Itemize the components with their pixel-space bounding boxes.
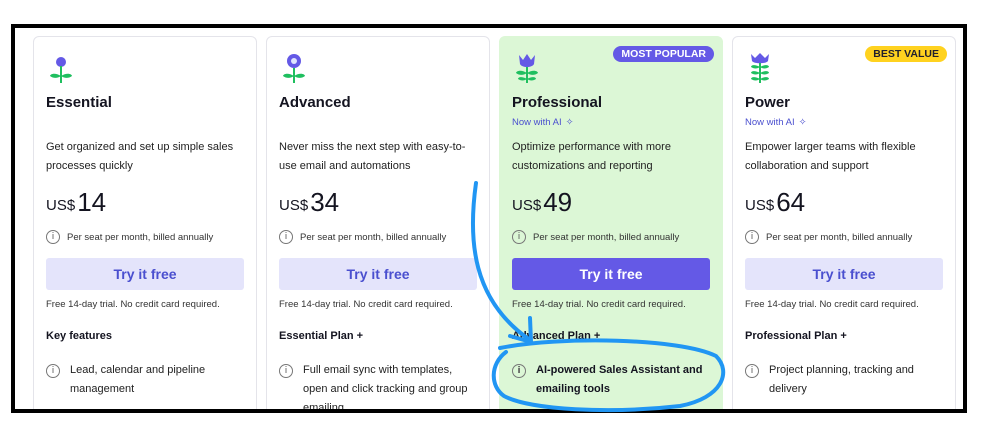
plan-price: US$ 49 <box>512 187 710 218</box>
info-icon[interactable]: i <box>279 230 293 244</box>
try-it-free-button[interactable]: Try it free <box>46 258 244 290</box>
billing-text: Per seat per month, billed annually <box>300 231 447 243</box>
tulip-icon <box>512 51 710 85</box>
info-icon[interactable]: i <box>745 230 759 244</box>
features-heading: Key features <box>46 330 113 342</box>
plan-description: Optimize performance with more customiza… <box>512 141 671 172</box>
ai-label-text: Now with AI <box>512 117 562 128</box>
plan-price: US$ 64 <box>745 187 943 218</box>
plan-description: Never miss the next step with easy-to-us… <box>279 141 466 172</box>
feature-item: i Full email sync with templates, open a… <box>279 361 477 413</box>
plan-card-professional: MOST POPULAR Professional Now with AI ✧ … <box>499 36 723 413</box>
ai-label: Now with AI ✧ <box>745 117 943 128</box>
plan-title: Essential <box>46 94 112 111</box>
price-amount: 34 <box>310 187 340 217</box>
plan-description: Empower larger teams with flexible colla… <box>745 141 916 172</box>
info-icon[interactable]: i <box>512 364 526 378</box>
plan-price: US$ 34 <box>279 187 477 218</box>
plan-description: Get organized and set up simple sales pr… <box>46 141 234 172</box>
flower-sprout-icon <box>46 51 244 85</box>
plan-card-advanced: Advanced Never miss the next step with e… <box>266 36 490 413</box>
price-amount: 14 <box>77 187 107 217</box>
feature-text: Full email sync with templates, open and… <box>303 364 468 413</box>
feature-item: i Lead, calendar and pipeline management <box>46 361 244 399</box>
feature-text: AI-powered Sales Assistant and emailing … <box>536 364 703 395</box>
try-it-free-button[interactable]: Try it free <box>512 258 710 290</box>
info-icon[interactable]: i <box>279 364 293 378</box>
magic-wand-icon: ✧ <box>798 117 807 128</box>
info-icon[interactable]: i <box>745 364 759 378</box>
billing-text: Per seat per month, billed annually <box>67 231 214 243</box>
features-heading: Professional Plan + <box>745 330 847 342</box>
price-amount: 49 <box>543 187 573 217</box>
plan-title: Professional <box>512 94 603 111</box>
plan-title: Power <box>745 94 791 111</box>
feature-text: Project planning, tracking and delivery <box>769 364 914 395</box>
try-it-free-button[interactable]: Try it free <box>279 258 477 290</box>
trial-note: Free 14-day trial. No credit card requir… <box>279 299 453 310</box>
billing-note: i Per seat per month, billed annually <box>745 230 943 244</box>
info-icon[interactable]: i <box>512 230 526 244</box>
plan-card-power: BEST VALUE Power Now with AI ✧ Empower l… <box>732 36 956 413</box>
info-icon[interactable]: i <box>46 230 60 244</box>
trial-note: Free 14-day trial. No credit card requir… <box>46 299 220 310</box>
ai-label: Now with AI ✧ <box>512 117 710 128</box>
screenshot-frame: Essential Get organized and set up simpl… <box>11 24 967 413</box>
lavender-icon <box>745 51 943 85</box>
plan-title: Advanced <box>279 94 351 111</box>
feature-item: i AI-powered Sales Assistant and emailin… <box>512 361 710 399</box>
features-heading: Essential Plan + <box>279 330 364 342</box>
feature-item: i Project planning, tracking and deliver… <box>745 361 943 399</box>
feature-item: i <box>512 411 710 413</box>
feature-text: Lead, calendar and pipeline management <box>70 364 206 395</box>
billing-note: i Per seat per month, billed annually <box>46 230 244 244</box>
flower-bud-icon <box>279 51 477 85</box>
features-heading: Advanced Plan + <box>512 330 601 342</box>
price-currency: US$ <box>512 197 542 214</box>
info-icon[interactable]: i <box>46 364 60 378</box>
try-it-free-button[interactable]: Try it free <box>745 258 943 290</box>
feature-item: i <box>46 411 244 413</box>
ai-label-text: Now with AI <box>745 117 795 128</box>
billing-text: Per seat per month, billed annually <box>533 231 680 243</box>
price-amount: 64 <box>776 187 806 217</box>
price-currency: US$ <box>46 197 76 214</box>
billing-text: Per seat per month, billed annually <box>766 231 913 243</box>
price-currency: US$ <box>745 197 775 214</box>
trial-note: Free 14-day trial. No credit card requir… <box>745 299 919 310</box>
magic-wand-icon: ✧ <box>565 117 574 128</box>
price-currency: US$ <box>279 197 309 214</box>
billing-note: i Per seat per month, billed annually <box>512 230 710 244</box>
plan-card-essential: Essential Get organized and set up simpl… <box>33 36 257 413</box>
trial-note: Free 14-day trial. No credit card requir… <box>512 299 686 310</box>
plan-price: US$ 14 <box>46 187 244 218</box>
feature-item: i <box>745 411 943 413</box>
billing-note: i Per seat per month, billed annually <box>279 230 477 244</box>
